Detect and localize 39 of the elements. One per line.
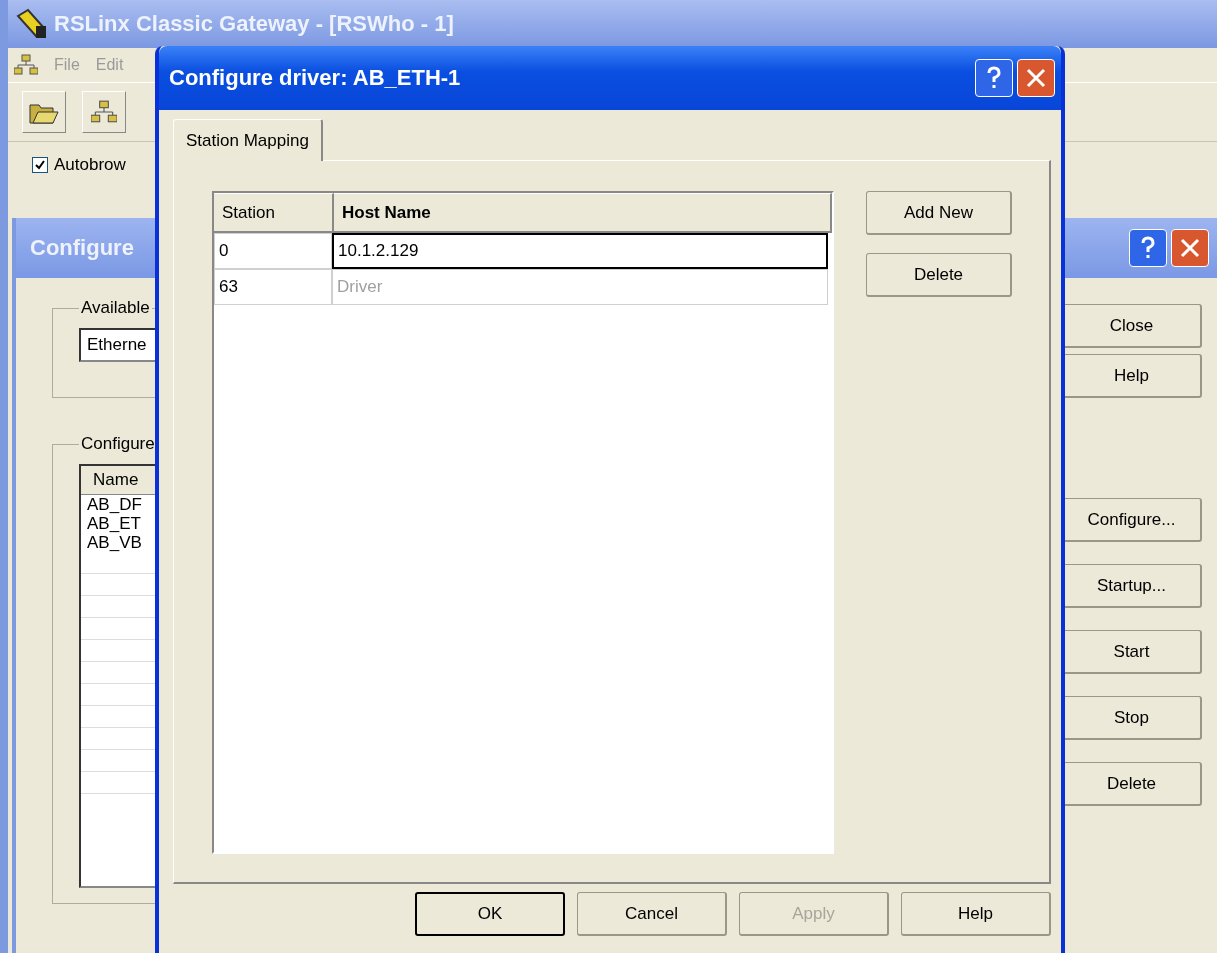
- app-icon: [14, 8, 48, 40]
- tab[interactable]: Station Mapping: [173, 119, 323, 161]
- group-label: Configure: [80, 434, 156, 454]
- dialog-title: Configure driver: AB_ETH-1: [169, 65, 461, 91]
- autobrowse-checkbox[interactable]: [32, 157, 48, 173]
- dialog-button[interactable]: Delete: [1062, 762, 1202, 806]
- close-button[interactable]: [1017, 59, 1055, 97]
- close-button[interactable]: [1171, 229, 1209, 267]
- network-icon: [91, 100, 117, 124]
- help-button[interactable]: [1129, 229, 1167, 267]
- dialog-button[interactable]: Configure...: [1062, 498, 1202, 542]
- close-icon: [1025, 67, 1047, 89]
- dialog-button[interactable]: OK: [415, 892, 565, 936]
- column-header[interactable]: Station: [214, 193, 334, 233]
- dialog-button[interactable]: Startup...: [1062, 564, 1202, 608]
- dialog-button[interactable]: Start: [1062, 630, 1202, 674]
- help-icon: [1140, 236, 1156, 260]
- help-icon: [986, 66, 1002, 90]
- dialog-button[interactable]: Stop: [1062, 696, 1202, 740]
- window-title: RSLinx Classic Gateway - [RSWho - 1]: [54, 11, 454, 37]
- dialog-button[interactable]: Cancel: [577, 892, 727, 936]
- dialog-title: Configure: [30, 235, 134, 261]
- checkbox-label: Autobrow: [54, 155, 126, 175]
- host-name-field[interactable]: 10.1.2.129: [332, 233, 828, 269]
- network-button[interactable]: [82, 91, 126, 133]
- open-button[interactable]: [22, 91, 66, 133]
- help-button[interactable]: [975, 59, 1013, 97]
- dialog-button[interactable]: Help: [1062, 354, 1202, 398]
- network-icon: [14, 54, 38, 76]
- close-icon: [1179, 237, 1201, 259]
- dialog-button[interactable]: Close: [1062, 304, 1202, 348]
- table-cell: Driver: [332, 269, 828, 305]
- dialog-button[interactable]: Add New: [866, 191, 1012, 235]
- table-cell: 63: [214, 269, 332, 305]
- dialog-button[interactable]: Help: [901, 892, 1051, 936]
- group-label: Available: [80, 298, 151, 318]
- column-header[interactable]: Host Name: [334, 193, 832, 233]
- table-cell: 0: [214, 233, 332, 269]
- dialog-button[interactable]: Delete: [866, 253, 1012, 297]
